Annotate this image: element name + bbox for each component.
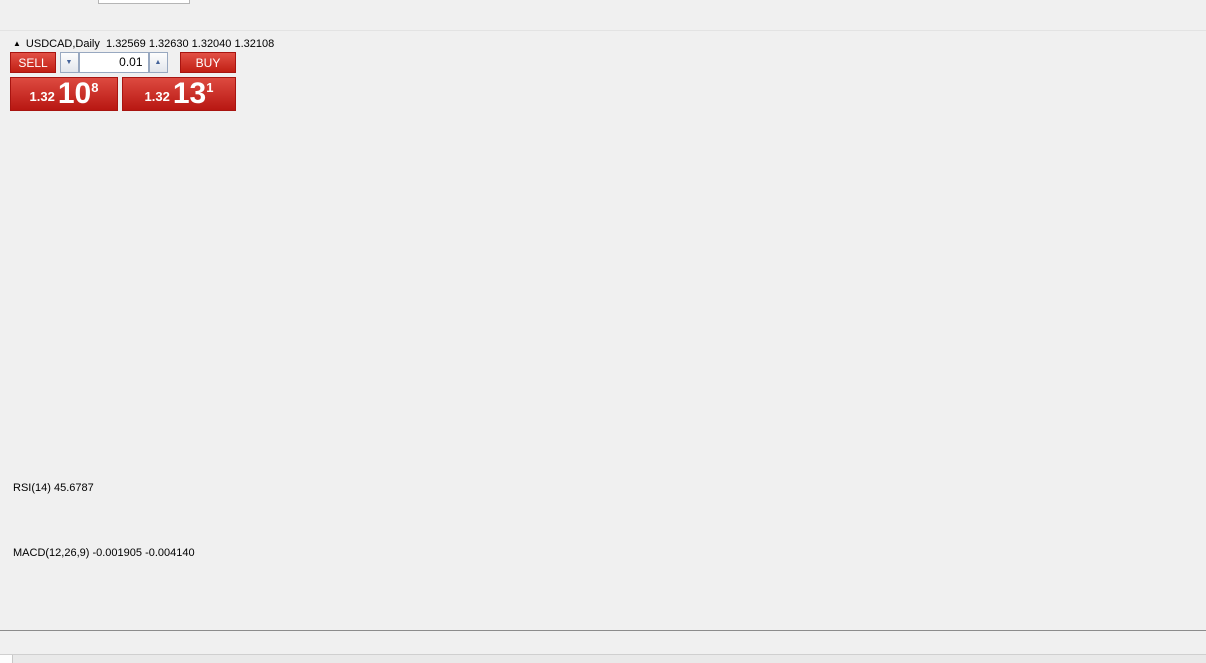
arrow-down-icon: ▼ [65, 59, 73, 66]
sell-price-base: 1.32 [29, 89, 55, 104]
sell-price-button[interactable]: 1.32 10 8 [10, 77, 118, 111]
scroll-corner [0, 655, 13, 663]
sell-price-pips: 10 [57, 77, 92, 110]
bottom-strip [0, 654, 1206, 663]
rsi-indicator-label: RSI(14) 45.6787 [13, 482, 94, 494]
arrow-up-icon: ▲ [154, 59, 162, 66]
buy-price-pips: 13 [172, 77, 207, 110]
sell-price-point: 8 [91, 80, 99, 95]
volume-input[interactable]: 0.01 [78, 52, 149, 73]
one-click-trade-panel: SELL ▼ 0.01 ▲ BUY 1.32 10 8 1.32 13 1 [10, 52, 236, 112]
collapse-triangle-icon[interactable]: ▲ [13, 39, 21, 48]
sell-button[interactable]: SELL [10, 52, 56, 73]
chart-ohlc-values: 1.32569 1.32630 1.32040 1.32108 [106, 38, 275, 50]
chart-symbol-label: USDCAD,Daily [25, 38, 100, 50]
chart-title: ▲ USDCAD,Daily 1.32569 1.32630 1.32040 1.… [13, 38, 274, 50]
volume-decrease-button[interactable]: ▼ [59, 52, 79, 73]
symbol-tab-bar [0, 630, 1206, 654]
buy-price-button[interactable]: 1.32 13 1 [122, 77, 236, 111]
trading-platform-window: ▲ USDCAD,Daily 1.32569 1.32630 1.32040 1.… [0, 0, 1206, 663]
buy-button[interactable]: BUY [180, 52, 236, 73]
macd-indicator-label: MACD(12,26,9) -0.001905 -0.004140 [13, 547, 195, 559]
volume-increase-button[interactable]: ▲ [148, 52, 168, 73]
buy-price-base: 1.32 [144, 89, 170, 104]
buy-price-point: 1 [206, 80, 214, 95]
